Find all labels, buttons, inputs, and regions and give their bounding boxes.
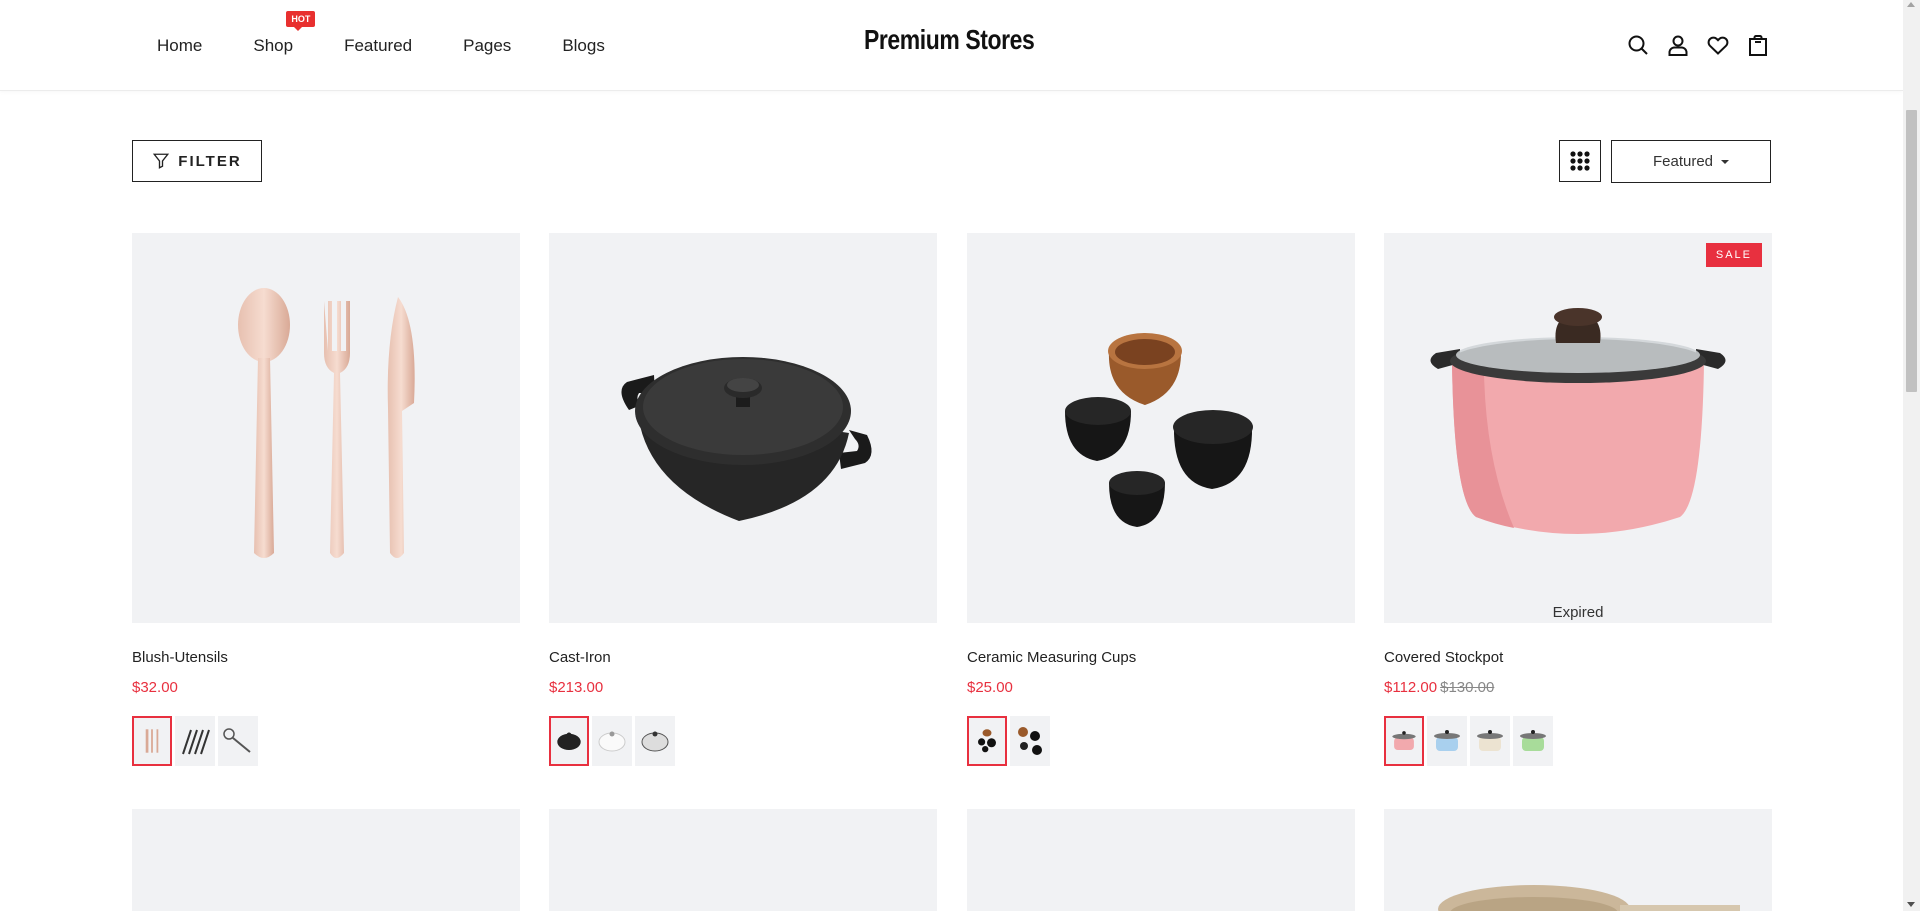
variant-swatches [132,716,520,766]
shopping-bag-icon[interactable] [1746,33,1770,57]
nav-home-label: Home [157,36,203,55]
variant-swatch[interactable] [218,716,258,766]
variant-swatch[interactable] [1427,716,1467,766]
product-image[interactable] [967,809,1355,911]
product-image[interactable] [967,233,1355,623]
price-current: $213.00 [549,679,604,696]
product-title[interactable]: Cast-Iron [549,648,937,668]
stockpot-image [1430,308,1726,534]
product-price: $213.00 [549,678,937,698]
sale-badge: SALE [1705,243,1762,267]
cast-iron-pot-image [621,357,872,521]
nav-featured-label: Featured [344,36,413,55]
product-card[interactable]: Cast-Iron $213.00 [549,233,937,766]
nav-blogs[interactable]: Blogs [562,34,605,58]
page-scrollbar[interactable] [1903,0,1920,911]
user-icon[interactable] [1666,33,1690,57]
utensils-image [238,288,415,558]
site-header: Home Shop HOT Featured Pages Blogs Premi… [0,0,1903,91]
variant-swatch[interactable] [967,716,1007,766]
variant-swatch[interactable] [549,716,589,766]
scroll-up-arrow-icon[interactable] [1907,2,1915,7]
sort-dropdown[interactable]: Featured [1611,140,1771,183]
product-image[interactable]: SALE Expired [1384,233,1772,623]
price-current: $25.00 [967,679,1013,696]
product-price: $112.00 $130.00 [1384,678,1772,698]
nav-home[interactable]: Home [157,34,202,58]
price-current: $32.00 [132,679,178,696]
filter-label: FILTER [178,152,242,170]
nav-featured[interactable]: Featured [344,34,412,58]
variant-swatch[interactable] [1010,716,1050,766]
product-card[interactable]: Ceramic Measuring Cups $25.00 [967,233,1355,766]
variant-swatch[interactable] [1470,716,1510,766]
filter-button[interactable]: FILTER [132,140,262,182]
search-icon[interactable] [1626,33,1650,57]
price-compare: $130.00 [1440,679,1495,696]
pan-image [1438,885,1740,911]
product-title[interactable]: Blush-Utensils [132,648,520,668]
variant-swatches [549,716,937,766]
product-title[interactable]: Ceramic Measuring Cups [967,648,1355,668]
countdown-status: Expired [1552,604,1604,621]
variant-swatches [1384,716,1772,766]
variant-swatches [967,716,1355,766]
variant-swatch[interactable] [175,716,215,766]
variant-swatch[interactable] [635,716,675,766]
nav-shop-label: Shop [253,36,294,55]
price-current: $112.00 [1384,679,1438,696]
scroll-thumb[interactable] [1906,110,1917,392]
product-title[interactable]: Covered Stockpot [1384,648,1772,668]
site-logo[interactable]: Premium Stores [864,24,1035,56]
hot-badge: HOT [286,11,316,31]
measuring-cups-image [1065,333,1253,527]
product-image[interactable] [549,233,937,623]
variant-swatch[interactable] [1513,716,1553,766]
variant-swatch[interactable] [592,716,632,766]
grid-dots-icon [1570,151,1590,171]
nav-pages[interactable]: Pages [463,34,511,58]
product-image[interactable] [132,233,520,623]
main-nav: Home Shop HOT Featured Pages Blogs [157,11,605,58]
product-price: $25.00 [967,678,1355,698]
product-image[interactable] [132,809,520,911]
nav-shop[interactable]: Shop HOT [253,11,316,58]
caret-down-icon [1721,159,1730,164]
variant-swatch[interactable] [1384,716,1424,766]
nav-pages-label: Pages [463,36,512,55]
product-image[interactable] [1384,809,1772,911]
product-image[interactable] [549,809,937,911]
variant-swatch[interactable] [132,716,172,766]
sort-selected-label: Featured [1652,153,1714,170]
product-price: $32.00 [132,678,520,698]
filter-funnel-icon [153,153,170,169]
scroll-down-arrow-icon[interactable] [1907,902,1915,907]
nav-blogs-label: Blogs [562,36,605,55]
grid-view-button[interactable] [1559,140,1601,182]
heart-icon[interactable] [1706,33,1730,57]
header-actions [1626,33,1770,57]
product-card[interactable]: SALE Expired Covered Stockpot $112.00 $13… [1384,233,1772,766]
product-card[interactable]: Blush-Utensils $32.00 [132,233,520,766]
